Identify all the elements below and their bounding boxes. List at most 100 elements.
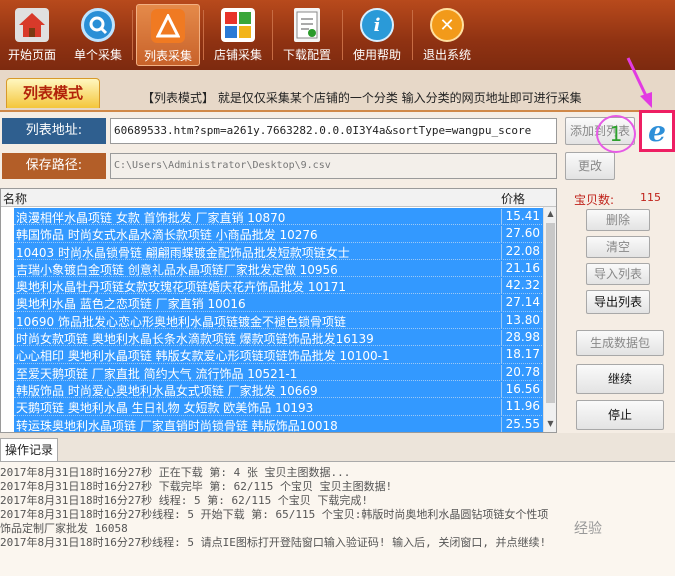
table-row[interactable]: 韩国饰品 时尚女式水晶水滴长款项链 小商品批发 10276 27.60 (14, 225, 544, 243)
mode-bar: 列表模式 【列表模式】 就是仅仅采集某个店铺的一个分类 输入分类的网页地址即可进… (0, 70, 675, 112)
row-name: 吉瑞小象镀白金项链 创意礼品水晶项链厂家批发定做 10956 (16, 262, 338, 277)
toolbar-list-collect-label: 列表采集 (143, 49, 192, 63)
table-row[interactable]: 奥地利水晶 蓝色之恋项链 厂家直销 10016 27.14 (14, 294, 544, 312)
tab-list-mode[interactable]: 列表模式 (6, 78, 100, 108)
row-name: 心心相印 奥地利水晶项链 韩版女款爱心形项链项链饰品批发 10100-1 (16, 349, 390, 364)
row-name: 10690 饰品批发心恋心形奥地利水晶项链镀金不褪色锁骨项链 (16, 314, 346, 329)
list-address-label: 列表地址: (2, 118, 106, 144)
row-name: 韩版饰品 时尚爱心奥地利水晶女式项链 厂家批发 10669 (16, 383, 318, 398)
download-config-icon (294, 8, 320, 42)
table-row[interactable]: 吉瑞小象镀白金项链 创意礼品水晶项链厂家批发定做 10956 21.16 (14, 259, 544, 278)
table-row[interactable]: 天鹅项链 奥地利水晶 生日礼物 女短款 欧美饰品 10193 11.96 (14, 398, 544, 416)
toolbar-divider (132, 10, 133, 60)
toolbar-exit-button[interactable]: ✕ 退出系统 (415, 0, 479, 68)
toolbar-help-button[interactable]: i 使用帮助 (345, 0, 409, 68)
row-price: 22.08 (501, 243, 544, 259)
exit-icon: ✕ (430, 8, 464, 42)
mode-description: 【列表模式】 就是仅仅采集某个店铺的一个分类 输入分类的网页地址即可进行采集 (142, 91, 582, 105)
scroll-down-icon[interactable]: ▼ (546, 419, 555, 428)
ie-browser-button[interactable]: e (639, 110, 675, 152)
row-price: 16.56 (501, 381, 544, 398)
table-row[interactable]: 奥地利水晶牡丹项链女款玫瑰花项链婚庆花卉饰品批发 10171 42.32 (14, 277, 544, 295)
toolbar-home-button[interactable]: 开始页面 (0, 0, 64, 68)
right-panel: 宝贝数: 115 删除 清空 导入列表 导出列表 生成数据包 继续 停止 (560, 188, 675, 433)
toolbar-shop-collect-button[interactable]: 店铺采集 (206, 0, 270, 68)
row-price: 11.96 (501, 399, 544, 415)
continue-button[interactable]: 继续 (576, 364, 664, 394)
row-price: 15.41 (501, 209, 544, 225)
toolbar-divider (342, 10, 343, 60)
item-count-label: 宝贝数: (574, 193, 615, 207)
row-price: 28.98 (501, 330, 544, 346)
row-price: 18.17 (501, 347, 544, 363)
help-icon: i (360, 8, 394, 42)
toolbar-divider (412, 10, 413, 60)
toolbar-list-collect-button[interactable]: 列表采集 (136, 4, 200, 66)
table-row[interactable]: 10403 时尚水晶锁骨链 翩翩雨蝶镀金配饰品批发短款项链女士 22.08 (14, 242, 544, 260)
watermark: 经验 (574, 521, 602, 537)
table-row[interactable]: 心心相印 奥地利水晶项链 韩版女款爱心形项链项链饰品批发 10100-1 18.1… (14, 346, 544, 364)
table-row[interactable]: 时尚女款项链 奥地利水晶长条水滴款项链 爆款项链饰品批发16139 28.98 (14, 329, 544, 347)
toolbar-exit-label: 退出系统 (422, 48, 471, 62)
shop-icon (221, 8, 255, 42)
row-name: 奥地利水晶 蓝色之恋项链 厂家直销 10016 (16, 297, 246, 312)
delete-button[interactable]: 删除 (586, 209, 650, 231)
item-table: 名称 价格 浪漫相伴水晶项链 女款 首饰批发 厂家直销 10870 15.41 韩国… (0, 188, 557, 433)
row-name: 转运珠奥地利水晶项链 厂家直销时尚锁骨链 韩版饰品10018 (16, 418, 338, 433)
change-path-button[interactable]: 更改 (565, 152, 615, 180)
step-number-marker: 1 (596, 115, 636, 153)
scroll-thumb[interactable] (546, 223, 555, 403)
tab-operation-log[interactable]: 操作记录 (0, 438, 58, 461)
toolbar-help-label: 使用帮助 (352, 48, 401, 62)
stop-button[interactable]: 停止 (576, 400, 664, 430)
toolbar-single-collect-label: 单个采集 (73, 48, 122, 62)
item-count-value: 115 (640, 191, 661, 204)
row-name: 天鹅项链 奥地利水晶 生日礼物 女短款 欧美饰品 10193 (16, 401, 314, 416)
toolbar-download-config-label: 下载配置 (282, 48, 331, 62)
table-row[interactable]: 韩版饰品 时尚爱心奥地利水晶女式项链 厂家批发 10669 16.56 (14, 380, 544, 399)
log-line: 2017年8月31日18时16分27秒线程: 5 请点IE图标打开登陆窗口输入验… (0, 536, 547, 549)
toolbar-single-collect-button[interactable]: 单个采集 (66, 0, 130, 68)
row-name: 至爱天鹅项链 厂家直批 简约大气 流行饰品 10521-1 (16, 366, 298, 381)
table-row[interactable]: 至爱天鹅项链 厂家直批 简约大气 流行饰品 10521-1 20.78 (14, 363, 544, 381)
table-row[interactable]: 10690 饰品批发心恋心形奥地利水晶项链镀金不褪色锁骨项链 13.80 (14, 311, 544, 330)
log-tab-strip: 操作记录 (0, 433, 675, 461)
home-icon (15, 8, 49, 42)
pointer-arrow-icon (624, 56, 654, 113)
row-name: 浪漫相伴水晶项链 女款 首饰批发 厂家直销 10870 (16, 211, 286, 225)
generate-package-button[interactable]: 生成数据包 (576, 330, 664, 356)
toolbar-home-label: 开始页面 (7, 48, 56, 62)
toolbar-divider (272, 10, 273, 60)
row-name: 韩国饰品 时尚女式水晶水滴长款项链 小商品批发 10276 (16, 228, 318, 243)
row-name: 10403 时尚水晶锁骨链 翩翩雨蝶镀金配饰品批发短款项链女士 (16, 245, 350, 260)
save-path-label: 保存路径: (2, 153, 106, 179)
row-price: 42.32 (501, 278, 544, 294)
toolbar-shop-collect-label: 店铺采集 (213, 48, 262, 62)
search-icon (81, 8, 115, 42)
row-price: 27.60 (501, 226, 544, 242)
list-address-input[interactable]: 60689533.htm?spm=a261y.7663282.0.0.0I3Y4… (110, 118, 557, 144)
ie-browser-icon: e (648, 114, 666, 148)
table-row[interactable]: 浪漫相伴水晶项链 女款 首饰批发 厂家直销 10870 15.41 (14, 208, 544, 226)
save-path-input[interactable]: C:\Users\Administrator\Desktop\9.csv (110, 153, 557, 179)
export-list-button[interactable]: 导出列表 (586, 290, 650, 314)
scroll-up-icon[interactable]: ▲ (546, 209, 555, 218)
row-name: 奥地利水晶牡丹项链女款玫瑰花项链婚庆花卉饰品批发 10171 (16, 280, 346, 295)
import-list-button[interactable]: 导入列表 (586, 263, 650, 285)
row-price: 13.80 (501, 312, 544, 329)
row-price: 25.55 (501, 416, 544, 432)
column-header-price[interactable]: 价格 (501, 190, 525, 207)
table-header: 名称 价格 (1, 189, 556, 207)
table-row[interactable]: 转运珠奥地利水晶项链 厂家直销时尚锁骨链 韩版饰品10018 25.55 (14, 415, 544, 433)
row-price: 21.16 (501, 260, 544, 277)
column-header-name[interactable]: 名称 (3, 190, 27, 207)
row-price: 27.14 (501, 295, 544, 311)
toolbar: 开始页面 单个采集 列表采集 店铺采集 下载配置 i 使用帮助 ✕ 退出系统 (0, 0, 675, 70)
toolbar-download-config-button[interactable]: 下载配置 (275, 0, 339, 68)
table-rows: 浪漫相伴水晶项链 女款 首饰批发 厂家直销 10870 15.41 韩国饰品 时尚女… (14, 208, 544, 433)
clear-button[interactable]: 清空 (586, 236, 650, 258)
toolbar-divider (203, 10, 204, 60)
row-price: 20.78 (501, 364, 544, 380)
list-collect-icon (151, 9, 185, 43)
table-scrollbar[interactable]: ▲ ▼ (543, 207, 556, 432)
